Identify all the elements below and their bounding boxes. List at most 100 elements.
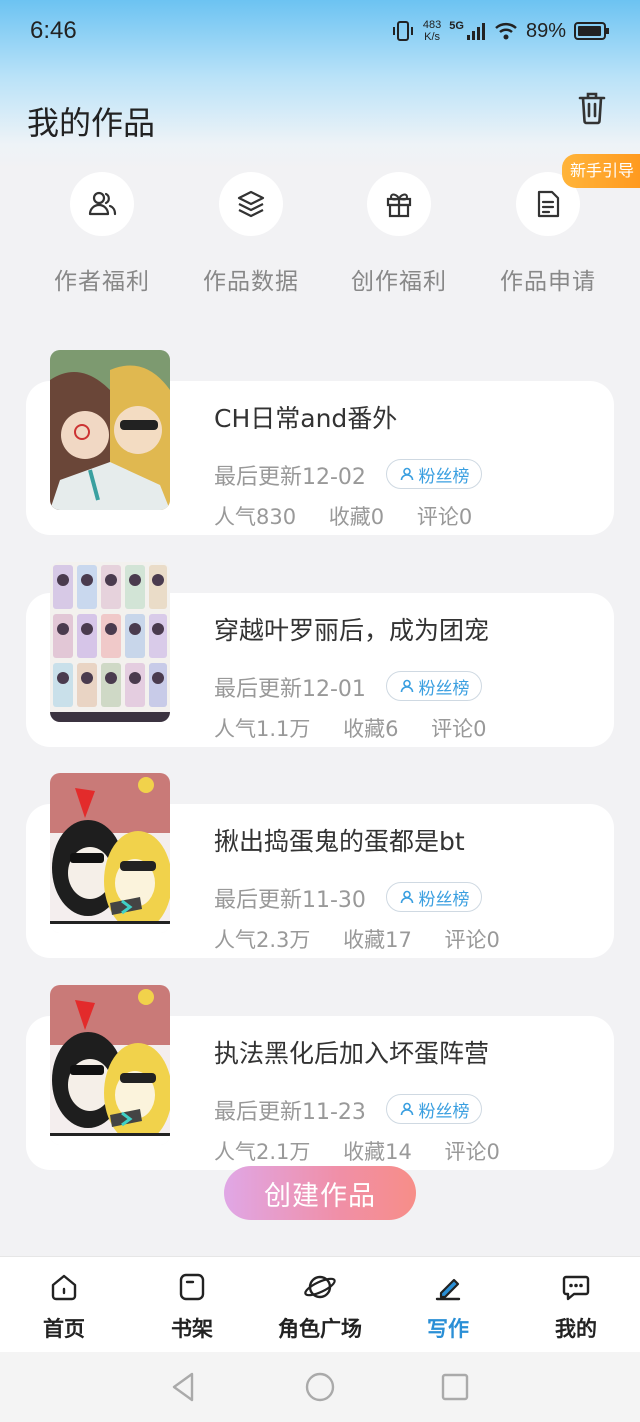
quick-action-label: 作品数据 xyxy=(203,269,299,295)
work-cover-image[interactable] xyxy=(50,985,170,1145)
nav-icon-wrap xyxy=(558,1269,594,1305)
quick-action-label: 创作福利 xyxy=(351,269,447,295)
chat-icon xyxy=(562,1275,590,1301)
beginner-guide-badge[interactable]: 新手引导 xyxy=(562,154,640,188)
work-favorites: 收藏6 xyxy=(343,717,399,741)
nav-label: 我的 xyxy=(555,1317,597,1341)
work-popularity: 人气1.1万 xyxy=(214,717,311,741)
work-favorites: 收藏0 xyxy=(328,505,385,529)
work-cover-image[interactable] xyxy=(50,773,170,933)
trash-icon xyxy=(578,92,606,125)
status-time: 6:46 xyxy=(30,17,77,44)
work-popularity: 人气2.3万 xyxy=(214,928,311,952)
work-popularity: 人气2.1万 xyxy=(214,1140,311,1164)
wifi-icon xyxy=(495,23,517,40)
nav-item-bookshelf[interactable]: 书架 xyxy=(128,1269,256,1349)
work-favorites: 收藏17 xyxy=(343,928,412,952)
pen-icon xyxy=(435,1278,461,1301)
planet-icon xyxy=(304,1275,336,1299)
work-stats: 人气2.1万 收藏14 评论0 xyxy=(214,1136,526,1166)
user-icon xyxy=(400,679,413,693)
net-speed: 483 K/s xyxy=(423,19,441,43)
quick-action-work-application[interactable]: 作品申请 xyxy=(483,172,613,302)
quick-action-label: 作品申请 xyxy=(500,269,596,295)
fans-ranking-tag[interactable]: 粉丝榜 xyxy=(386,882,482,912)
nav-label: 角色广场 xyxy=(278,1317,362,1341)
recent-apps-icon[interactable] xyxy=(438,1370,472,1404)
quick-action-work-data[interactable]: 作品数据 xyxy=(186,172,316,302)
status-bar: 6:46 483 K/s 5G 89% xyxy=(0,0,640,62)
quick-action-circle xyxy=(219,172,283,236)
work-update-time: 最后更新12-01 xyxy=(214,677,366,702)
user-icon xyxy=(400,890,413,904)
battery-level: 89% xyxy=(525,19,566,42)
fans-ranking-tag[interactable]: 粉丝榜 xyxy=(386,459,482,489)
work-comments: 评论0 xyxy=(416,505,473,529)
work-title: 执法黑化后加入坏蛋阵营 xyxy=(214,1039,490,1068)
fans-ranking-label: 粉丝榜 xyxy=(418,466,470,487)
system-nav-bar xyxy=(0,1352,640,1422)
network-type: 5G xyxy=(449,20,464,32)
fans-ranking-label: 粉丝榜 xyxy=(418,889,470,910)
work-title: 穿越叶罗丽后，成为团宠 xyxy=(214,616,490,645)
net-speed-value: 483 xyxy=(422,19,442,31)
work-favorites: 收藏14 xyxy=(343,1140,412,1164)
author-icon xyxy=(88,191,117,216)
work-stats: 人气2.3万 收藏17 评论0 xyxy=(214,924,526,954)
user-icon xyxy=(400,467,413,481)
page-header: 我的作品 xyxy=(0,88,640,152)
nav-label: 书架 xyxy=(171,1317,213,1341)
work-update-time: 最后更新12-02 xyxy=(214,465,366,490)
work-update-time: 最后更新11-30 xyxy=(214,888,366,913)
quick-actions: 作者福利 作品数据 创作福利 作品申请 xyxy=(0,172,640,302)
user-icon xyxy=(400,1102,413,1116)
work-update-time: 最后更新11-23 xyxy=(214,1100,366,1125)
nav-icon-wrap xyxy=(174,1269,210,1305)
nav-icon-wrap xyxy=(430,1269,466,1305)
trash-button[interactable] xyxy=(572,88,612,128)
home-circle-icon[interactable] xyxy=(303,1370,337,1404)
work-title: 揪出捣蛋鬼的蛋都是bt xyxy=(214,827,465,856)
nav-icon-wrap xyxy=(46,1269,82,1305)
page-title: 我的作品 xyxy=(27,104,156,142)
work-title: CH日常and番外 xyxy=(214,404,398,433)
battery-icon xyxy=(574,22,609,40)
back-icon[interactable] xyxy=(166,1370,200,1404)
fans-ranking-label: 粉丝榜 xyxy=(418,1101,470,1122)
quick-action-circle xyxy=(367,172,431,236)
document-icon xyxy=(537,190,560,218)
work-comments: 评论0 xyxy=(444,928,500,952)
layers-icon xyxy=(237,190,265,218)
work-cover-art xyxy=(50,985,170,1145)
work-cover-art xyxy=(50,350,170,510)
signal-icon xyxy=(466,23,485,40)
nav-label: 首页 xyxy=(43,1317,85,1341)
fans-ranking-label: 粉丝榜 xyxy=(418,678,470,699)
quick-action-author-benefits[interactable]: 作者福利 xyxy=(37,172,167,302)
work-cover-image[interactable] xyxy=(50,350,170,510)
nav-item-character-square[interactable]: 角色广场 xyxy=(256,1269,384,1349)
nav-label: 写作 xyxy=(427,1317,469,1341)
fans-ranking-tag[interactable]: 粉丝榜 xyxy=(386,1094,482,1124)
work-comments: 评论0 xyxy=(431,717,487,741)
work-popularity: 人气830 xyxy=(214,505,297,529)
fans-ranking-tag[interactable]: 粉丝榜 xyxy=(386,671,482,701)
work-cover-image[interactable] xyxy=(50,562,170,722)
work-comments: 评论0 xyxy=(444,1140,500,1164)
net-speed-unit: K/s xyxy=(424,31,441,43)
nav-item-writing[interactable]: 写作 xyxy=(384,1269,512,1349)
home-icon xyxy=(51,1274,77,1301)
work-cover-art xyxy=(50,773,170,933)
create-work-button[interactable]: 创建作品 xyxy=(224,1166,416,1220)
bookshelf-icon xyxy=(179,1273,205,1301)
quick-action-circle xyxy=(70,172,134,236)
work-stats: 人气1.1万 收藏6 评论0 xyxy=(214,713,513,743)
work-cover-art xyxy=(50,562,170,722)
gift-icon xyxy=(386,193,412,218)
nav-item-mine[interactable]: 我的 xyxy=(512,1269,640,1349)
vibrate-icon xyxy=(392,21,413,41)
nav-icon-wrap xyxy=(302,1269,338,1305)
quick-action-creation-benefits[interactable]: 创作福利 xyxy=(334,172,464,302)
quick-action-label: 作者福利 xyxy=(54,269,150,295)
nav-item-home[interactable]: 首页 xyxy=(0,1269,128,1349)
